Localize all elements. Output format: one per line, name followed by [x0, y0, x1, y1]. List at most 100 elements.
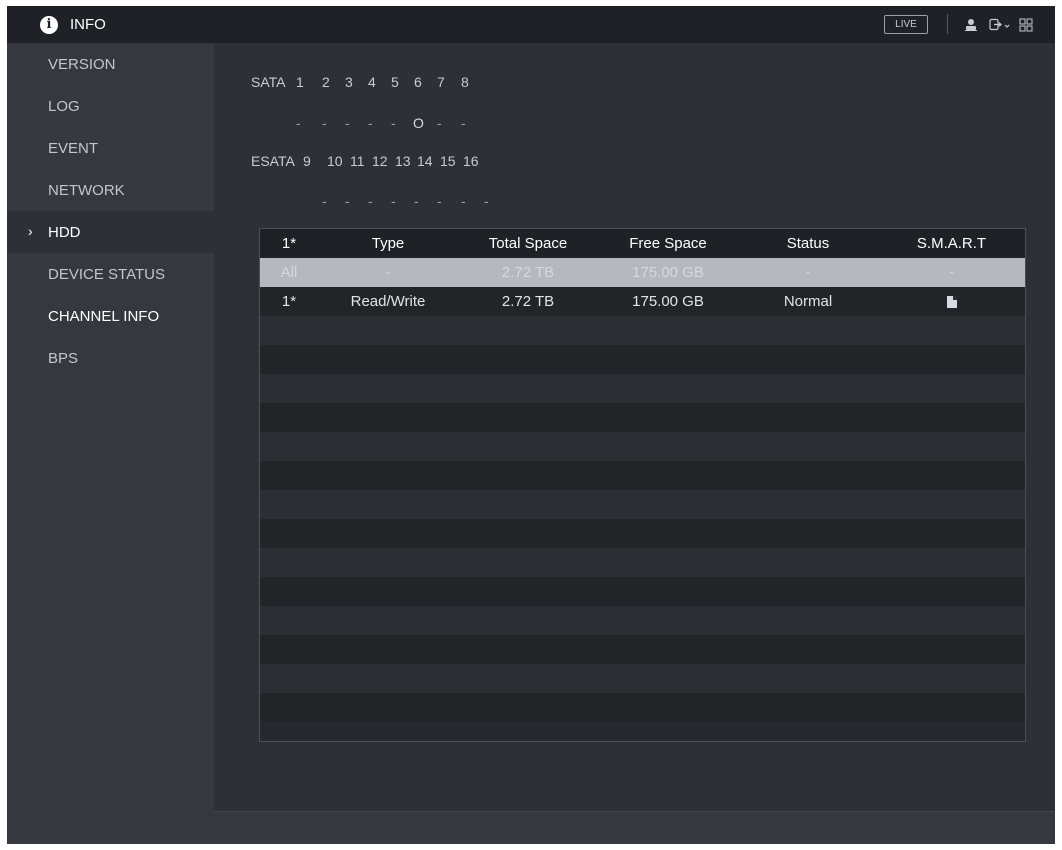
- port-number: 8: [461, 74, 469, 90]
- bottom-bar: [214, 811, 1055, 844]
- sidebar: VERSION LOG EVENT NETWORK › HDD DEVICE S…: [7, 43, 214, 844]
- cell-total-space: 2.72 TB: [501, 264, 555, 281]
- port-number: 12: [372, 153, 388, 169]
- smart-doc-icon[interactable]: [946, 296, 957, 308]
- port-status: -: [296, 115, 301, 131]
- cell-status: -: [805, 264, 811, 281]
- empty-row: [260, 548, 1025, 577]
- empty-row: [260, 316, 1025, 345]
- table-header: 1* Type Total Space Free Space Status S.…: [260, 229, 1025, 258]
- sidebar-item-channel-info[interactable]: CHANNEL INFO: [7, 295, 214, 337]
- port-status: -: [461, 193, 466, 209]
- sidebar-item-device-status[interactable]: DEVICE STATUS: [7, 253, 214, 295]
- top-bar: i INFO LIVE: [7, 6, 1055, 43]
- page-header: i INFO: [40, 6, 106, 43]
- cell-free-space: 175.00 GB: [632, 264, 704, 281]
- column-header-type[interactable]: Type: [318, 229, 458, 258]
- empty-row: [260, 606, 1025, 635]
- column-header-id[interactable]: 1*: [260, 229, 318, 258]
- port-number: 15: [440, 153, 456, 169]
- port-status: -: [484, 193, 489, 209]
- port-number: 2: [322, 74, 330, 90]
- live-button[interactable]: LIVE: [884, 15, 928, 34]
- port-number: 5: [391, 74, 399, 90]
- cell-smart: [878, 287, 1025, 316]
- empty-row: [260, 519, 1025, 548]
- cell-status: Normal: [783, 293, 833, 310]
- empty-row: [260, 432, 1025, 461]
- empty-row: [260, 693, 1025, 722]
- empty-row: [260, 664, 1025, 693]
- port-status: -: [437, 115, 442, 131]
- port-status: -: [368, 193, 373, 209]
- app-window: i INFO LIVE VERSION LOG EVENT NETWORK ›: [7, 6, 1055, 844]
- port-number: 14: [417, 153, 433, 169]
- sidebar-item-label: NETWORK: [48, 181, 125, 199]
- sidebar-item-network[interactable]: NETWORK: [7, 169, 214, 211]
- toolbar-divider: [947, 14, 948, 34]
- empty-row: [260, 461, 1025, 490]
- sidebar-item-label: BPS: [48, 349, 79, 367]
- sidebar-item-version[interactable]: VERSION: [7, 43, 214, 85]
- info-icon: i: [40, 15, 58, 34]
- sidebar-item-label: EVENT: [48, 139, 99, 157]
- port-number: 7: [437, 74, 445, 90]
- port-number: 4: [368, 74, 376, 90]
- grid-menu-icon[interactable]: [1018, 16, 1034, 33]
- column-header-total-space[interactable]: Total Space: [458, 229, 598, 258]
- cell-type: Read/Write: [350, 293, 426, 310]
- port-number: 6: [414, 74, 422, 90]
- empty-row: [260, 490, 1025, 519]
- port-number: 3: [345, 74, 353, 90]
- port-number: 9: [303, 153, 311, 169]
- sata-label: SATA: [251, 74, 286, 90]
- port-number: 16: [463, 153, 479, 169]
- port-status: -: [414, 193, 419, 209]
- page-title: INFO: [70, 16, 106, 33]
- empty-row: [260, 345, 1025, 374]
- sidebar-item-label: VERSION: [48, 55, 116, 73]
- port-status: -: [437, 193, 442, 209]
- empty-row: [260, 374, 1025, 403]
- port-status: O: [413, 115, 424, 131]
- cell-id: 1*: [281, 293, 297, 310]
- sidebar-item-bps[interactable]: BPS: [7, 337, 214, 379]
- logout-menu-icon[interactable]: [989, 16, 1011, 33]
- sidebar-item-label: CHANNEL INFO: [48, 307, 160, 325]
- sidebar-item-hdd[interactable]: › HDD: [7, 211, 214, 253]
- sidebar-item-label: DEVICE STATUS: [48, 265, 165, 283]
- sidebar-item-label: LOG: [48, 97, 80, 115]
- table-row-all[interactable]: All - 2.72 TB 175.00 GB - -: [260, 258, 1025, 287]
- cell-total-space: 2.72 TB: [501, 293, 555, 310]
- port-number: 1: [296, 74, 304, 90]
- port-status: -: [345, 115, 350, 131]
- sidebar-item-label: HDD: [48, 223, 81, 241]
- user-icon[interactable]: [964, 16, 978, 33]
- port-status: -: [345, 193, 350, 209]
- empty-row: [260, 577, 1025, 606]
- column-header-smart[interactable]: S.M.A.R.T: [878, 229, 1025, 258]
- port-status: -: [461, 115, 466, 131]
- column-header-status[interactable]: Status: [738, 229, 878, 258]
- table-row[interactable]: 1* Read/Write 2.72 TB 175.00 GB Normal: [260, 287, 1025, 316]
- chevron-right-icon: ›: [28, 223, 33, 239]
- port-status: -: [391, 115, 396, 131]
- empty-row: [260, 635, 1025, 664]
- sidebar-item-log[interactable]: LOG: [7, 85, 214, 127]
- cell-type: -: [385, 264, 391, 281]
- port-number: 13: [395, 153, 411, 169]
- hdd-table: 1* Type Total Space Free Space Status S.…: [259, 228, 1026, 742]
- port-status: -: [391, 193, 396, 209]
- port-status: -: [368, 115, 373, 131]
- port-status: -: [322, 115, 327, 131]
- cell-id: All: [280, 264, 298, 281]
- column-header-free-space[interactable]: Free Space: [598, 229, 738, 258]
- cell-free-space: 175.00 GB: [632, 293, 704, 310]
- port-number: 10: [327, 153, 343, 169]
- empty-row: [260, 403, 1025, 432]
- esata-label: ESATA: [251, 153, 295, 169]
- port-status: -: [322, 193, 327, 209]
- port-number: 11: [350, 153, 365, 169]
- sidebar-item-event[interactable]: EVENT: [7, 127, 214, 169]
- cell-smart: -: [949, 264, 954, 281]
